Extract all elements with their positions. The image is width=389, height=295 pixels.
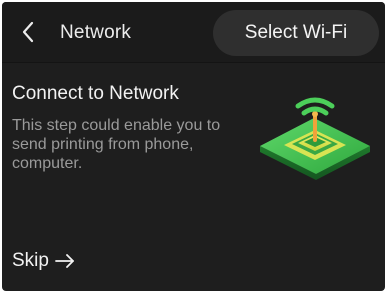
page-title: Network — [60, 22, 132, 43]
section-title: Connect to Network — [12, 83, 179, 104]
header-divider — [2, 62, 385, 63]
skip-link[interactable]: Skip — [12, 249, 75, 273]
select-wifi-button[interactable]: Select Wi-Fi — [213, 10, 379, 56]
header-bar: Network Select Wi-Fi — [2, 2, 385, 62]
chevron-left-icon — [22, 21, 34, 43]
skip-label: Skip — [12, 250, 49, 271]
wifi-router-icon — [260, 97, 370, 180]
arrow-right-icon — [55, 253, 75, 269]
back-button[interactable] — [14, 18, 42, 46]
network-setup-screen: Network Select Wi-Fi Connect to Network … — [2, 2, 385, 291]
section-description: This step could enable you to send print… — [12, 117, 221, 172]
